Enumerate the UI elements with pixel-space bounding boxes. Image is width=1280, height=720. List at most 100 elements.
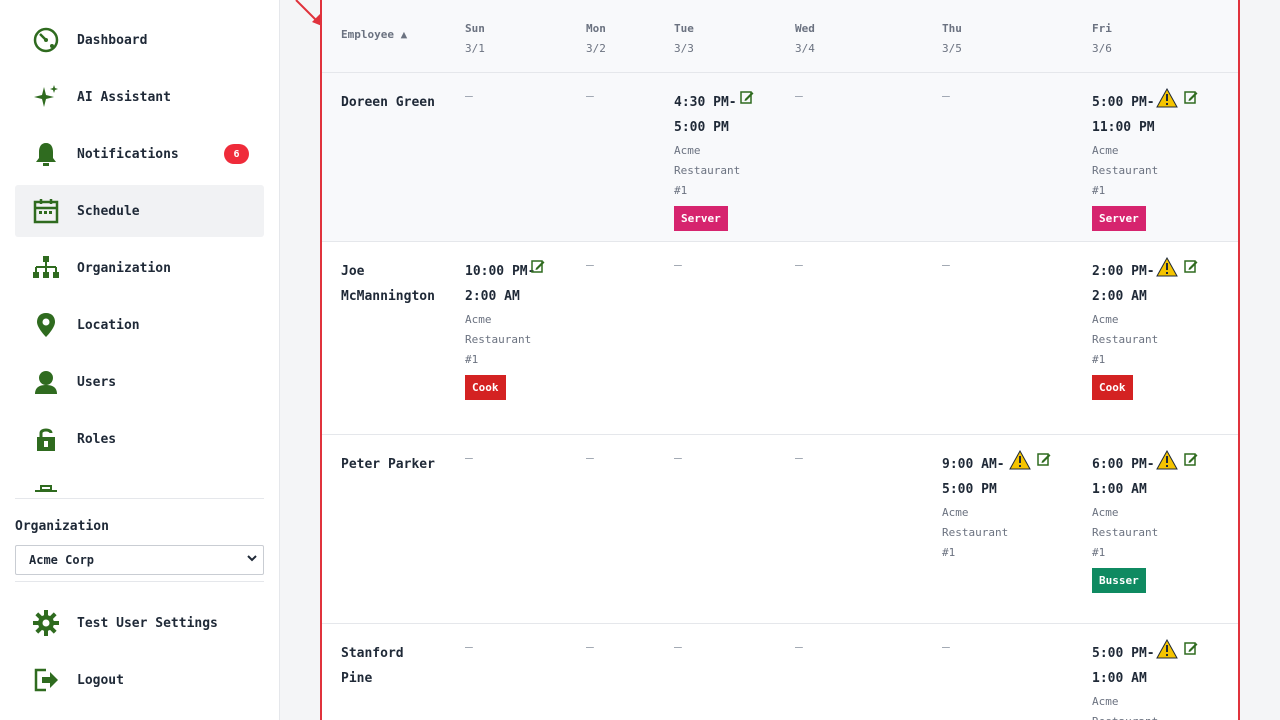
shift-cell[interactable]: 10:00 PM-2:00 AM Acme Restaurant #1 Cook — [465, 259, 575, 400]
empty-cell: — — [795, 451, 803, 466]
shift-cell[interactable]: 5:00 PM-11:00 PM Acme Restaurant #1 Serv… — [1092, 87, 1202, 231]
edit-icon[interactable] — [1037, 451, 1051, 466]
column-header-fri: Fri 3/6 — [1092, 22, 1112, 55]
table-row: Joe McMannington 10:00 PM-2:00 AM Acme R… — [322, 242, 1238, 435]
shift-cell[interactable]: 4:30 PM-5:00 PM Acme Restaurant #1 Serve… — [674, 90, 784, 231]
user-icon — [30, 366, 62, 398]
role-badge: Busser — [1092, 568, 1146, 593]
edit-icon[interactable] — [531, 258, 545, 273]
shift-location: Acme Restaurant — [1092, 695, 1158, 720]
empty-cell: — — [465, 640, 473, 655]
shift-cell[interactable]: 9:00 AM-5:00 PM Acme Restaurant #1 — [942, 449, 1052, 563]
table-header: Employee ▲ Sun 3/1 Mon 3/2 Tue 3/3 Wed 3/4 T… — [322, 0, 1238, 73]
shift-time: 4:30 PM-5:00 PM — [674, 95, 737, 135]
organization-label: Organization — [15, 519, 109, 534]
sidebar-item-label: Dashboard — [77, 32, 148, 48]
sidebar-item-label: Schedule — [77, 203, 140, 219]
logout-button[interactable]: Logout — [15, 654, 264, 706]
edit-icon[interactable] — [740, 89, 754, 104]
notification-badge: 6 — [224, 144, 249, 164]
employee-name: Stanford Pine — [341, 646, 404, 686]
shift-location: Acme Restaurant #1 — [465, 313, 532, 366]
shift-location: Acme Restaurant #1 — [1092, 313, 1159, 366]
chevron-down-icon — [247, 554, 257, 565]
warning-icon[interactable] — [1009, 449, 1031, 470]
briefcase-icon — [30, 480, 62, 492]
empty-cell: — — [795, 89, 803, 104]
employee-name: Joe McMannington — [341, 264, 435, 304]
empty-cell: — — [586, 258, 594, 273]
sparkle-icon — [30, 81, 62, 113]
lock-icon — [30, 423, 62, 455]
table-row: Stanford Pine — — — — — 5:00 PM-1:00 AM … — [322, 624, 1238, 720]
empty-cell: — — [795, 640, 803, 655]
shift-location: Acme Restaurant #1 — [674, 144, 741, 197]
sidebar-item-more[interactable] — [15, 470, 264, 492]
empty-cell: — — [586, 640, 594, 655]
sidebar-item-label: AI Assistant — [77, 89, 171, 105]
empty-cell: — — [465, 451, 473, 466]
empty-cell: — — [942, 258, 950, 273]
divider — [15, 581, 264, 582]
empty-cell: — — [674, 451, 682, 466]
empty-cell: — — [586, 89, 594, 104]
column-header-tue: Tue 3/3 — [674, 22, 694, 55]
shift-location: Acme Restaurant #1 — [1092, 506, 1159, 559]
warning-icon[interactable] — [1156, 87, 1178, 108]
sidebar-item-ai-assistant[interactable]: AI Assistant — [15, 71, 264, 123]
sidebar-item-dashboard[interactable]: Dashboard — [15, 14, 264, 66]
edit-icon[interactable] — [1184, 451, 1198, 466]
employee-column-header[interactable]: Employee ▲ — [341, 25, 407, 45]
divider — [15, 498, 264, 499]
sidebar-item-label: Roles — [77, 431, 117, 447]
shift-cell[interactable]: 2:00 PM-2:00 AM Acme Restaurant #1 Cook — [1092, 256, 1202, 400]
column-header-thu: Thu 3/5 — [942, 22, 962, 55]
empty-cell: — — [942, 89, 950, 104]
warning-icon[interactable] — [1156, 638, 1178, 659]
logout-label: Logout — [77, 672, 124, 688]
sidebar-nav: Dashboard AI Assistant Notifications 6 S… — [15, 14, 264, 492]
edit-icon[interactable] — [1184, 640, 1198, 655]
table-row: Peter Parker — — — — 9:00 AM-5:00 PM Acm… — [322, 435, 1238, 624]
empty-cell: — — [942, 640, 950, 655]
column-header-sun: Sun 3/1 — [465, 22, 485, 55]
edit-icon[interactable] — [1184, 258, 1198, 273]
organization-select-value: Acme Corp — [29, 553, 95, 567]
sidebar-item-label: Organization — [77, 260, 171, 276]
calendar-icon — [30, 195, 62, 227]
warning-icon[interactable] — [1156, 449, 1178, 470]
sidebar-item-label: Location — [77, 317, 140, 333]
gear-icon — [30, 607, 62, 639]
shift-time: 9:00 AM-5:00 PM — [942, 457, 1005, 497]
column-header-wed: Wed 3/4 — [795, 22, 815, 55]
role-badge: Server — [674, 206, 728, 231]
sidebar-item-location[interactable]: Location — [15, 299, 264, 351]
empty-cell: — — [586, 451, 594, 466]
shift-cell[interactable]: 6:00 PM-1:00 AM Acme Restaurant #1 Busse… — [1092, 449, 1202, 593]
sidebar-item-label: Notifications — [77, 146, 179, 162]
sidebar-item-label: Users — [77, 374, 117, 390]
organization-select[interactable]: Acme Corp — [15, 545, 264, 575]
empty-cell: — — [674, 640, 682, 655]
role-badge: Cook — [465, 375, 506, 400]
shift-location: Acme Restaurant #1 — [942, 506, 1009, 559]
sidebar: Dashboard AI Assistant Notifications 6 S… — [0, 0, 280, 720]
shift-cell[interactable]: 5:00 PM-1:00 AM Acme Restaurant — [1092, 638, 1202, 720]
schedule-table: Employee ▲ Sun 3/1 Mon 3/2 Tue 3/3 Wed 3/4 T… — [320, 0, 1240, 720]
shift-time: 10:00 PM-2:00 AM — [465, 264, 536, 304]
sidebar-item-notifications[interactable]: Notifications 6 — [15, 128, 264, 180]
sidebar-item-roles[interactable]: Roles — [15, 413, 264, 465]
sidebar-item-organization[interactable]: Organization — [15, 242, 264, 294]
employee-name: Peter Parker — [341, 457, 435, 472]
warning-icon[interactable] — [1156, 256, 1178, 277]
logout-icon — [30, 664, 62, 696]
sidebar-item-users[interactable]: Users — [15, 356, 264, 408]
empty-cell: — — [465, 89, 473, 104]
sidebar-item-schedule[interactable]: Schedule — [15, 185, 264, 237]
edit-icon[interactable] — [1184, 89, 1198, 104]
location-pin-icon — [30, 309, 62, 341]
test-user-settings-button[interactable]: Test User Settings — [15, 597, 264, 649]
shift-location: Acme Restaurant #1 — [1092, 144, 1159, 197]
bell-icon — [30, 138, 62, 170]
table-row: Doreen Green — — 4:30 PM-5:00 PM Acme Re… — [322, 73, 1238, 242]
